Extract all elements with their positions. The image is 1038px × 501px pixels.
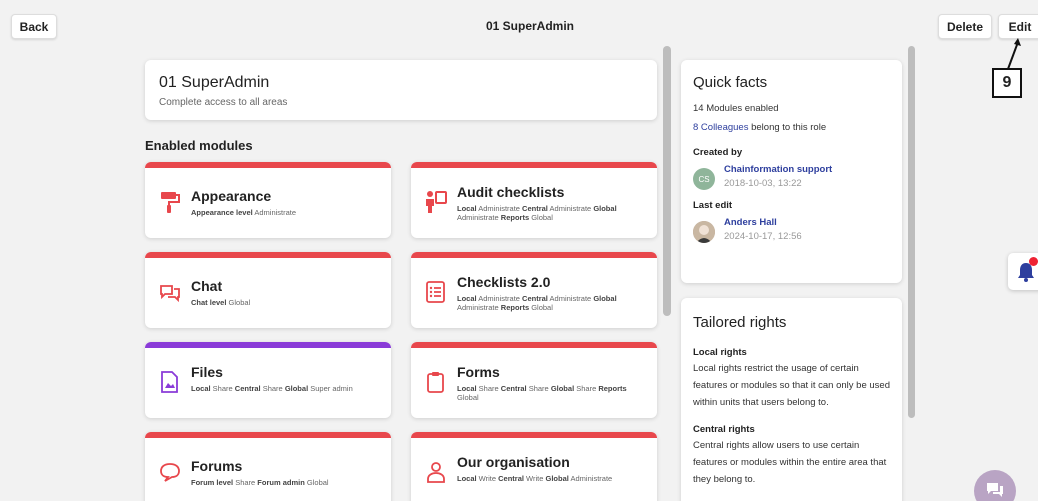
sidebar-scrollbar[interactable] [908, 46, 915, 418]
module-rights: Local Administrate Central Administrate … [457, 204, 617, 222]
role-description: Complete access to all areas [159, 97, 288, 108]
module-card-chat[interactable]: Chat Chat level Global [145, 252, 391, 328]
module-accent-bar [411, 252, 657, 258]
role-card: 01 SuperAdmin Complete access to all are… [145, 60, 657, 120]
module-rights: Forum level Share Forum admin Global [191, 478, 329, 487]
enabled-modules-heading: Enabled modules [145, 138, 253, 153]
module-rights: Appearance level Administrate [191, 208, 297, 217]
module-rights: Local Share Central Share Global Super a… [191, 384, 353, 393]
module-accent-bar [411, 342, 657, 348]
module-card-appearance[interactable]: Appearance Appearance level Administrate [145, 162, 391, 238]
modules-enabled-count: 14 Modules enabled [693, 103, 779, 114]
file-image-icon [159, 370, 181, 394]
annotation-arrow-icon [1007, 38, 1021, 70]
paint-roller-icon [159, 190, 181, 214]
module-rights: Chat level Global [191, 298, 251, 307]
module-card-our-organisation[interactable]: Our organisation Local Write Central Writ… [411, 432, 657, 501]
module-accent-bar [145, 342, 391, 348]
module-card-files[interactable]: Files Local Share Central Share Global Su… [145, 342, 391, 418]
module-title: Forums [191, 458, 243, 474]
tailored-rights-card: Tailored rights Local rights Local right… [681, 298, 902, 501]
last-edit-person: Anders Hall 2024-10-17, 12:56 [693, 217, 890, 243]
last-edit-date: 2024-10-17, 12:56 [724, 231, 802, 242]
module-card-checklists-2-0[interactable]: Checklists 2.0 Local Administrate Central… [411, 252, 657, 328]
module-accent-bar [145, 432, 391, 438]
module-title: Forms [457, 364, 500, 380]
auditor-icon [425, 190, 447, 214]
module-accent-bar [411, 162, 657, 168]
chat-fab-button[interactable] [974, 470, 1016, 501]
colleagues-suffix: belong to this role [748, 122, 827, 133]
tailored-rights-title: Tailored rights [693, 314, 787, 331]
local-rights-text: Local rights restrict the usage of certa… [693, 363, 890, 408]
checklist-icon [425, 280, 447, 304]
module-accent-bar [411, 432, 657, 438]
back-button[interactable]: Back [11, 14, 57, 39]
module-title: Appearance [191, 188, 272, 204]
person-icon [425, 460, 447, 484]
page-title: 01 SuperAdmin [485, 19, 575, 33]
module-accent-bar [145, 162, 391, 168]
module-title: Files [191, 364, 223, 380]
delete-button[interactable]: Delete [938, 14, 992, 39]
annotation-step-label: 9 [992, 68, 1022, 98]
quick-facts-card: Quick facts 14 Modules enabled 8 Colleag… [681, 60, 902, 283]
local-rights-heading: Local rights [693, 347, 747, 358]
role-name: 01 SuperAdmin [159, 74, 270, 91]
central-rights-heading: Central rights [693, 424, 755, 435]
chat-icon [987, 483, 1003, 497]
notification-badge [1029, 257, 1038, 266]
avatar: CS [693, 168, 715, 190]
module-title: Our organisation [457, 454, 570, 470]
module-accent-bar [145, 252, 391, 258]
module-card-forms[interactable]: Forms Local Share Central Share Global Sh… [411, 342, 657, 418]
avatar [693, 221, 715, 243]
chat-bubbles-icon [159, 280, 181, 304]
module-rights: Local Administrate Central Administrate … [457, 294, 617, 312]
module-card-forums[interactable]: Forums Forum level Share Forum admin Glob… [145, 432, 391, 501]
quick-facts-title: Quick facts [693, 74, 768, 91]
created-date: 2018-10-03, 13:22 [724, 178, 802, 189]
module-title: Chat [191, 278, 223, 294]
created-by-person: CS Chainformation support 2018-10-03, 13… [693, 164, 890, 190]
module-title: Audit checklists [457, 184, 565, 200]
main-scrollbar[interactable] [663, 46, 671, 316]
created-by-label: Created by [693, 147, 743, 158]
last-edit-name[interactable]: Anders Hall [724, 217, 802, 228]
colleagues-link[interactable]: 8 Colleagues [693, 122, 748, 133]
module-title: Checklists 2.0 [457, 274, 551, 290]
central-rights-text: Central rights allow users to use certai… [693, 440, 887, 485]
created-by-name[interactable]: Chainformation support [724, 164, 832, 175]
last-edit-label: Last edit [693, 200, 733, 211]
top-bar: Back 01 SuperAdmin Delete Edit [0, 0, 1038, 52]
module-rights: Local Write Central Write Global Adminis… [457, 474, 613, 483]
module-card-audit-checklists[interactable]: Audit checklists Local Administrate Centr… [411, 162, 657, 238]
colleagues-line: 8 Colleagues belong to this role [693, 122, 890, 133]
speech-bubble-icon [159, 460, 181, 484]
module-rights: Local Share Central Share Global Share R… [457, 384, 627, 402]
clipboard-icon [425, 370, 447, 394]
